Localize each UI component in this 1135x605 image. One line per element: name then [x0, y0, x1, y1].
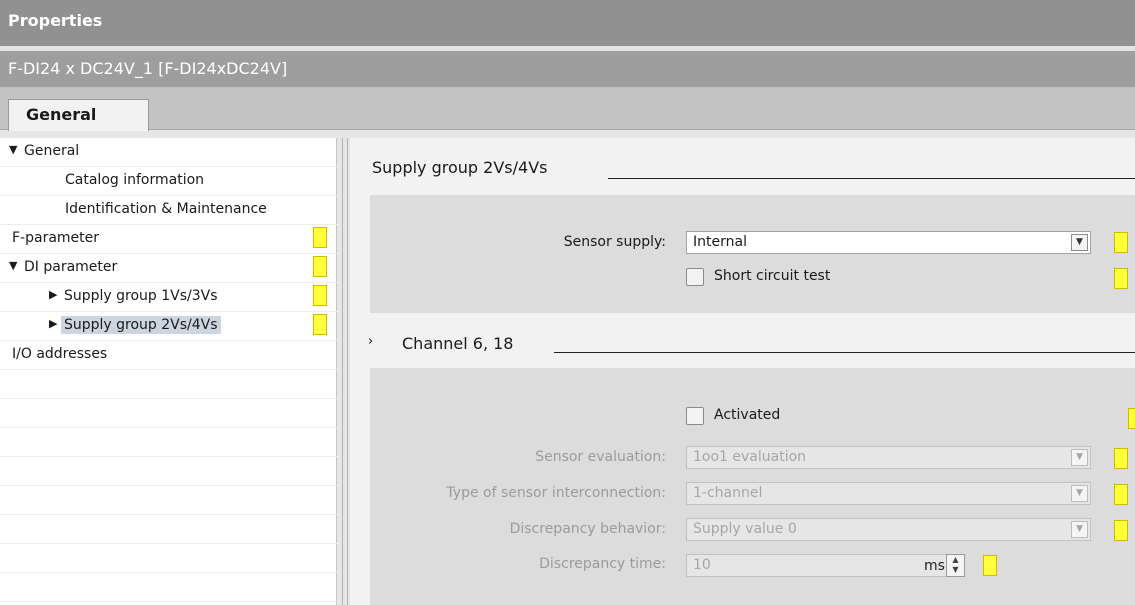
channel-panel: Activated Sensor evaluation: 1oo1 evalua…	[370, 368, 1135, 605]
sensor-evaluation-dropdown[interactable]: 1oo1 evaluation ▼	[686, 446, 1091, 469]
expanded-arrow-icon[interactable]: ▼	[9, 143, 17, 156]
sensor-supply-label: Sensor supply:	[563, 234, 666, 250]
discrepancy-time-input[interactable]: 10	[686, 554, 957, 577]
discrepancy-behavior-label: Discrepancy behavior:	[509, 521, 666, 537]
collapsed-arrow-icon[interactable]: ▶	[49, 317, 57, 330]
warning-flag-icon	[1114, 520, 1128, 541]
tree-item-supply-group-1[interactable]: ▶ Supply group 1Vs/3Vs	[0, 283, 337, 312]
content-area: Supply group 2Vs/4Vs Sensor supply: Inte…	[350, 138, 1135, 605]
tree-empty-row	[0, 544, 337, 573]
spinner-icon[interactable]: ▲ ▼	[946, 554, 965, 577]
sensor-evaluation-label: Sensor evaluation:	[535, 449, 666, 465]
warning-flag-icon	[983, 555, 997, 576]
expanded-arrow-icon[interactable]: ▼	[9, 259, 17, 272]
tree-item-general[interactable]: ▼ General	[0, 138, 337, 167]
tree-empty-row	[0, 370, 337, 399]
tree-empty-row	[0, 399, 337, 428]
splitter[interactable]	[342, 138, 343, 605]
tree-empty-row	[0, 457, 337, 486]
collapsed-arrow-icon[interactable]: ▶	[49, 288, 57, 301]
section-title-channel: Channel 6, 18	[402, 334, 514, 353]
tree-item-catalog-information[interactable]: Catalog information	[0, 167, 337, 196]
tree-item-f-parameter[interactable]: F-parameter	[0, 225, 337, 254]
short-circuit-test-label: Short circuit test	[714, 268, 831, 284]
tree-empty-row	[0, 428, 337, 457]
section-divider	[554, 352, 1135, 353]
navigation-tree: ▼ General Catalog information Identifica…	[0, 138, 337, 605]
tree-empty-row	[0, 573, 337, 602]
splitter[interactable]	[347, 138, 348, 605]
dropdown-arrow-icon[interactable]: ▼	[1071, 234, 1088, 251]
object-title: F-DI24 x DC24V_1 [F-DI24xDC24V]	[0, 51, 1135, 87]
warning-flag-icon	[313, 314, 327, 335]
short-circuit-test-checkbox[interactable]	[686, 268, 704, 286]
tree-empty-row	[0, 486, 337, 515]
discrepancy-time-label: Discrepancy time:	[539, 556, 666, 572]
warning-flag-icon	[313, 227, 327, 248]
sensor-interconnection-dropdown[interactable]: 1-channel ▼	[686, 482, 1091, 505]
dropdown-arrow-icon[interactable]: ▼	[1071, 449, 1088, 466]
tree-item-io-addresses[interactable]: I/O addresses	[0, 341, 337, 370]
supply-panel: Sensor supply: Internal ▼ Short circuit …	[370, 195, 1135, 313]
tree-item-supply-group-2[interactable]: ▶ Supply group 2Vs/4Vs	[0, 312, 337, 341]
dropdown-arrow-icon[interactable]: ▼	[1071, 485, 1088, 502]
warning-flag-icon	[313, 285, 327, 306]
discrepancy-time-unit: ms	[924, 558, 945, 574]
sensor-supply-value: Internal	[693, 234, 747, 250]
tree-item-di-parameter[interactable]: ▼ DI parameter	[0, 254, 337, 283]
sensor-supply-dropdown[interactable]: Internal ▼	[686, 231, 1091, 254]
warning-flag-icon	[1114, 268, 1128, 289]
section-title-supply-group: Supply group 2Vs/4Vs	[372, 158, 548, 177]
expand-chevron-icon[interactable]: ›	[368, 334, 373, 349]
tree-item-identification-maintenance[interactable]: Identification & Maintenance	[0, 196, 337, 225]
tab-bar: General	[0, 87, 1135, 131]
warning-flag-icon	[1114, 484, 1128, 505]
dropdown-arrow-icon[interactable]: ▼	[1071, 521, 1088, 538]
tree-empty-row	[0, 515, 337, 544]
warning-flag-icon	[1128, 408, 1135, 429]
section-divider	[608, 178, 1135, 179]
window-title: Properties	[0, 0, 1135, 46]
sensor-interconnection-label: Type of sensor interconnection:	[446, 485, 666, 501]
discrepancy-behavior-dropdown[interactable]: Supply value 0 ▼	[686, 518, 1091, 541]
activated-checkbox[interactable]	[686, 407, 704, 425]
tab-general[interactable]: General	[8, 99, 149, 131]
warning-flag-icon	[1114, 448, 1128, 469]
warning-flag-icon	[313, 256, 327, 277]
activated-label: Activated	[714, 407, 781, 423]
warning-flag-icon	[1114, 232, 1128, 253]
